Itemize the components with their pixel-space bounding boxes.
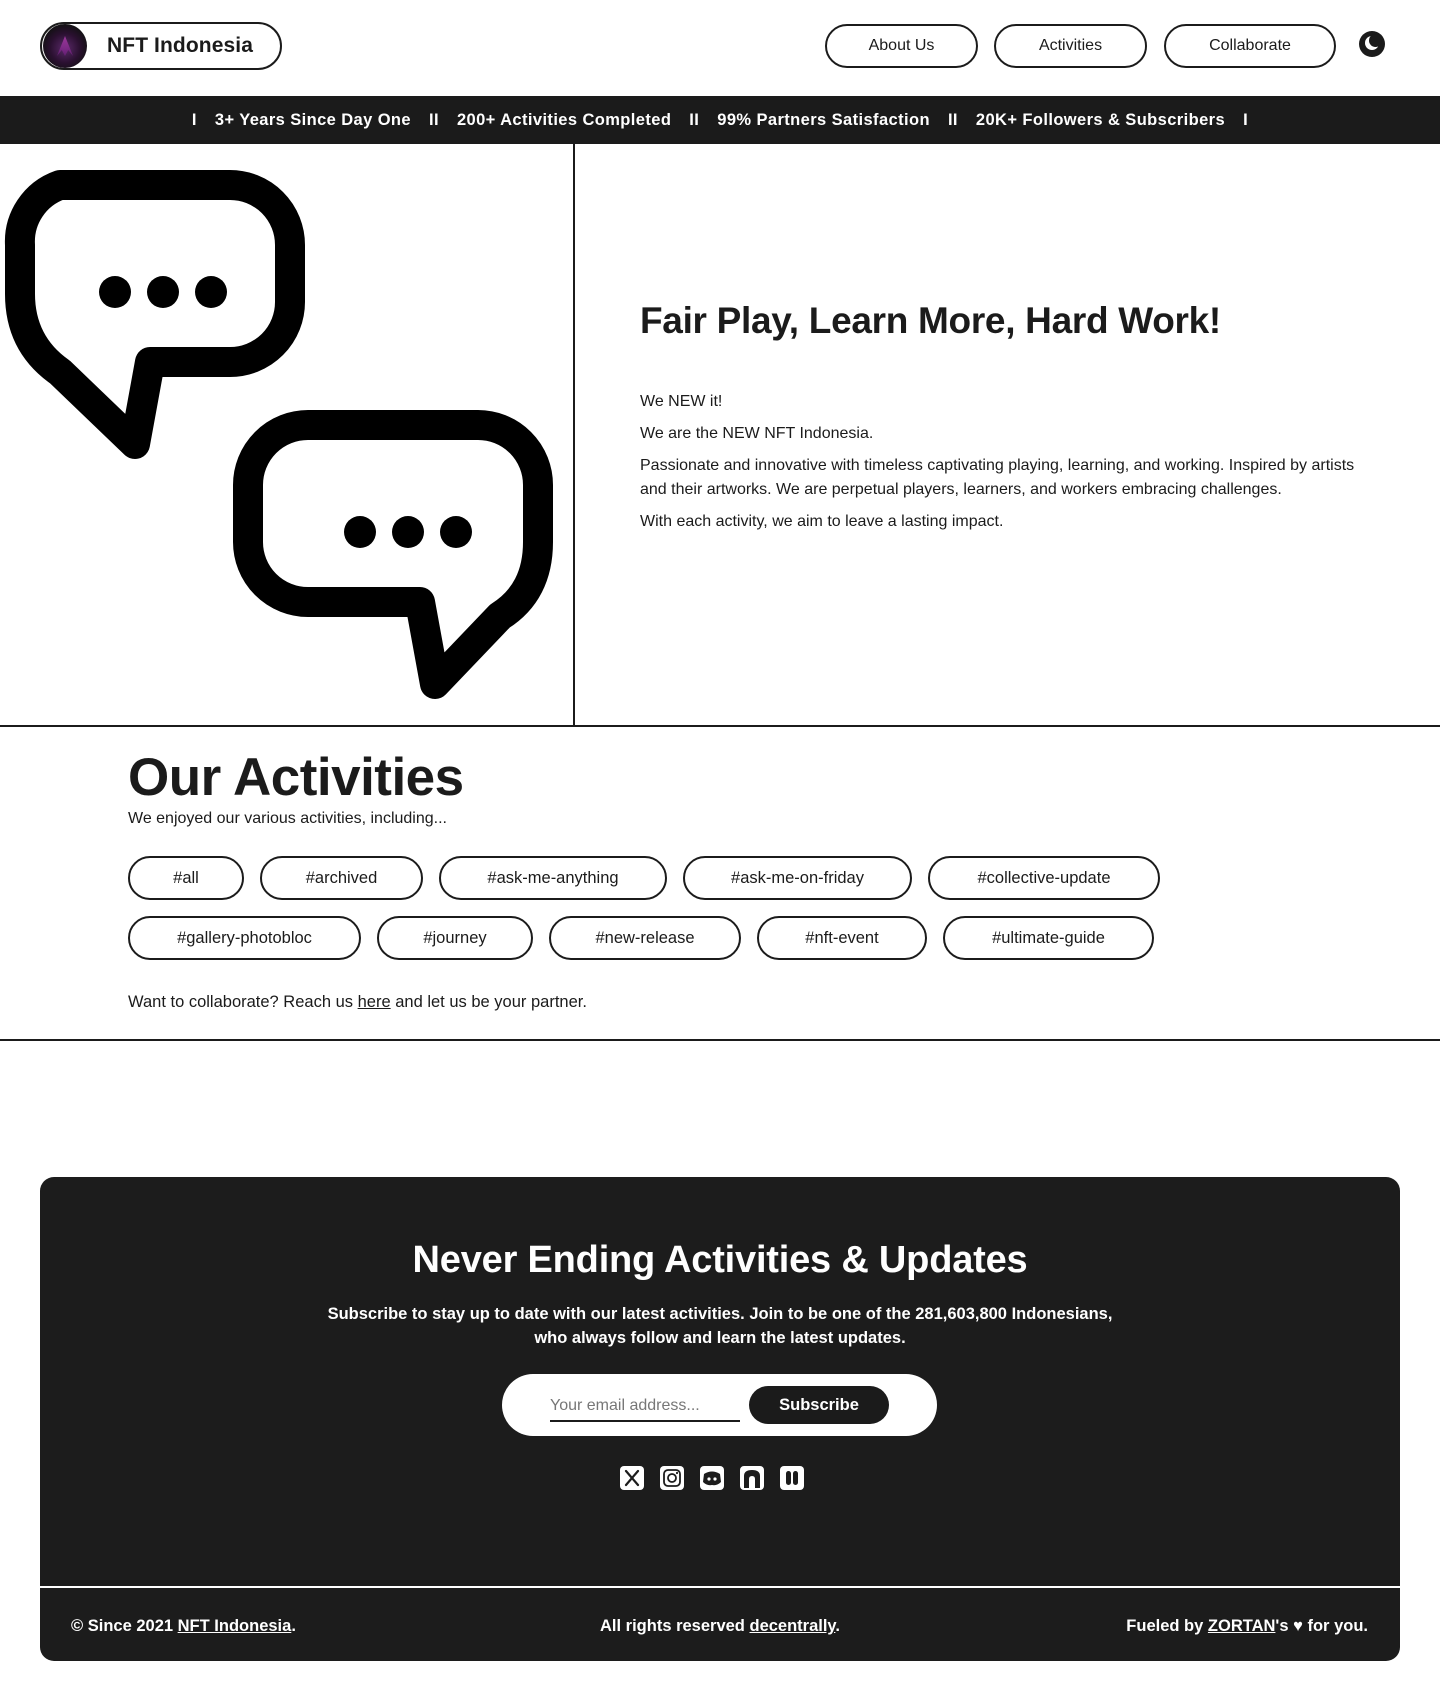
stats-separator: II [428, 110, 439, 129]
medium-icon[interactable] [780, 1466, 804, 1490]
hero-paragraph: We are the NEW NFT Indonesia. [640, 425, 874, 442]
site-header: NFT Indonesia About Us Activities Collab… [0, 0, 1440, 96]
hero-paragraph: We NEW it! [640, 393, 723, 410]
chat-bubbles-icon [4, 170, 553, 699]
stats-separator: II [689, 110, 700, 129]
collaborate-text: Want to collaborate? Reach us here and l… [128, 993, 587, 1012]
stat-satisfaction: 99% Partners Satisfaction [717, 110, 930, 129]
collaborate-prefix: Want to collaborate? Reach us [128, 993, 358, 1011]
footer-fueled: Fueled by ZORTAN's ♥ for you. [1126, 1617, 1368, 1636]
tag-new-release[interactable]: #new-release [549, 916, 741, 960]
hero-description: We NEW it! We are the NEW NFT Indonesia.… [640, 390, 1380, 542]
opensea-icon[interactable] [740, 1466, 764, 1490]
stats-separator: I [1243, 110, 1249, 129]
collaborate-link[interactable]: here [358, 993, 391, 1011]
tag-ask-me-on-friday[interactable]: #ask-me-on-friday [683, 856, 912, 900]
tag-collective-update[interactable]: #collective-update [928, 856, 1160, 900]
newsletter-title: Never Ending Activities & Updates [412, 1239, 1028, 1281]
footer-row: © Since 2021 NFT Indonesia. All rights r… [40, 1617, 1400, 1643]
social-links [620, 1466, 804, 1490]
tag-gallery-photobloc[interactable]: #gallery-photobloc [128, 916, 361, 960]
nav-activities[interactable]: Activities [994, 24, 1147, 68]
tag-journey[interactable]: #journey [377, 916, 533, 960]
email-input[interactable] [550, 1392, 740, 1422]
instagram-icon[interactable] [660, 1466, 684, 1490]
hero-paragraph: Passionate and innovative with timeless … [640, 457, 1355, 498]
tag-archived[interactable]: #archived [260, 856, 423, 900]
hero-section: Fair Play, Learn More, Hard Work! We NEW… [0, 144, 1440, 727]
footer-fueled-prefix: Fueled by [1126, 1617, 1208, 1635]
activities-section: Our Activities We enjoyed our various ac… [0, 727, 1440, 1041]
footer-rights-prefix: All rights reserved [600, 1617, 750, 1635]
footer-zortan-link[interactable]: ZORTAN [1208, 1617, 1276, 1635]
stats-separator: II [947, 110, 958, 129]
tag-ultimate-guide[interactable]: #ultimate-guide [943, 916, 1154, 960]
activities-title: Our Activities [128, 748, 464, 807]
nav-collaborate[interactable]: Collaborate [1164, 24, 1336, 68]
hero-paragraph: With each activity, we aim to leave a la… [640, 513, 1004, 530]
footer-divider [40, 1586, 1400, 1588]
brand-logo [43, 24, 87, 68]
tag-all[interactable]: #all [128, 856, 244, 900]
newsletter-description: Subscribe to stay up to date with our la… [327, 1305, 1113, 1347]
stat-followers: 20K+ Followers & Subscribers [975, 110, 1226, 129]
collaborate-suffix: and let us be your partner. [390, 993, 587, 1011]
footer-rights-suffix: . [835, 1617, 840, 1635]
stat-years: 3+ Years Since Day One [214, 110, 411, 129]
hero-illustration [0, 144, 575, 725]
discord-icon[interactable] [700, 1466, 724, 1490]
subscribe-form: Subscribe [502, 1374, 937, 1436]
brand-name: NFT Indonesia [107, 34, 253, 57]
stats-separator: I [191, 110, 197, 129]
x-icon[interactable] [620, 1466, 644, 1490]
brand-link[interactable]: NFT Indonesia [40, 22, 282, 70]
subscribe-button[interactable]: Subscribe [749, 1386, 889, 1424]
newsletter-card: Never Ending Activities & Updates Subscr… [40, 1177, 1400, 1661]
tag-nft-event[interactable]: #nft-event [757, 916, 927, 960]
hero-title: Fair Play, Learn More, Hard Work! [640, 300, 1221, 341]
footer-fueled-suffix: 's ♥ for you. [1275, 1617, 1368, 1635]
tag-ask-me-anything[interactable]: #ask-me-anything [439, 856, 667, 900]
moon-icon[interactable] [1359, 31, 1385, 57]
stats-bar: I 3+ Years Since Day One II 200+ Activit… [0, 96, 1440, 144]
nav-about-us[interactable]: About Us [825, 24, 978, 68]
activities-subtitle: We enjoyed our various activities, inclu… [128, 810, 447, 827]
footer-decentrally-link[interactable]: decentrally [749, 1617, 835, 1635]
stat-activities: 200+ Activities Completed [456, 110, 672, 129]
